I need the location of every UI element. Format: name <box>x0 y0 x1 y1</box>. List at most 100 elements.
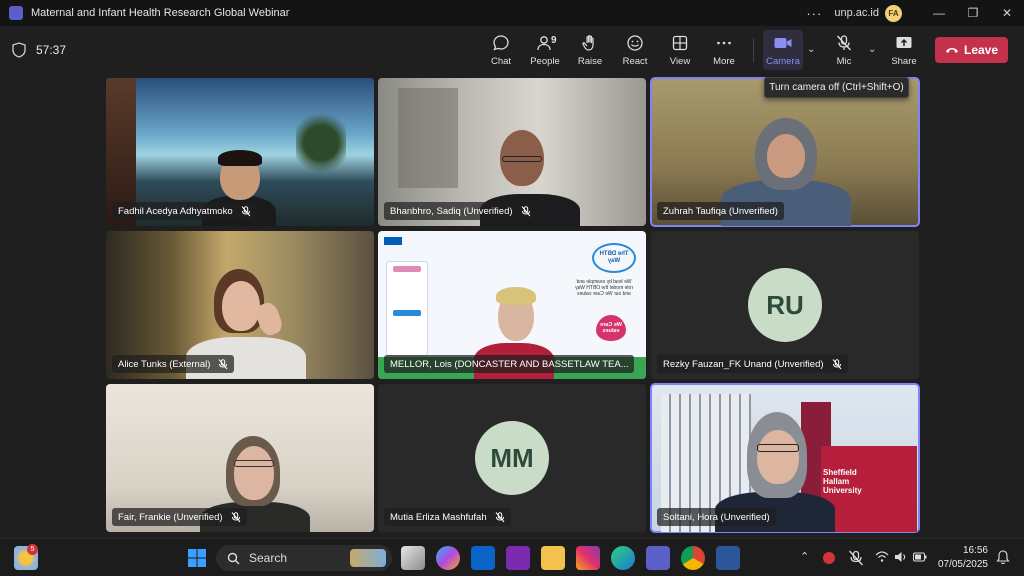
slide-tagline: We lead by example and role model the DB… <box>575 279 633 297</box>
avatar[interactable]: FA <box>885 4 902 22</box>
volume-icon[interactable] <box>894 551 908 563</box>
camera-icon <box>774 38 792 48</box>
onenote-icon[interactable] <box>506 546 530 570</box>
task-view-icon[interactable] <box>401 546 425 570</box>
edge-icon[interactable] <box>611 546 635 570</box>
people-button[interactable]: 9 People <box>523 30 567 70</box>
chrome-icon[interactable] <box>681 546 705 570</box>
participant-name: Alice Tunks (External) <box>118 358 211 370</box>
video-tile[interactable]: Bhanbhro, Sadiq (Unverified) <box>378 78 646 226</box>
search-icon <box>227 552 240 564</box>
minimize-button[interactable]: — <box>922 6 956 20</box>
mic-muted-icon <box>219 358 228 369</box>
instagram-icon[interactable] <box>576 546 600 570</box>
react-label: React <box>622 56 648 67</box>
participant-name: Zuhrah Taufiqa (Unverified) <box>663 205 778 217</box>
mic-button[interactable]: Mic <box>822 30 866 70</box>
system-clock[interactable]: 16:56 07/05/2025 <box>938 544 988 572</box>
video-tile[interactable]: The DBTH Way We lead by example and role… <box>378 231 646 379</box>
view-button[interactable]: View <box>658 30 702 70</box>
search-input[interactable]: Search <box>216 545 392 571</box>
participant-nametag: Fair, Frankie (Unverified) <box>112 508 247 526</box>
battery-icon[interactable] <box>913 552 927 562</box>
grid-view-icon <box>672 35 688 51</box>
avatar: RU <box>748 268 822 342</box>
meeting-timer: 57:37 <box>36 43 67 57</box>
phone-hangup-icon <box>945 48 958 53</box>
share-label: Share <box>891 56 917 67</box>
mic-options-chevron-icon[interactable]: ⌄ <box>868 44 876 55</box>
windows-start-icon[interactable] <box>185 546 209 570</box>
windows-taskbar: 5 Search ⌃ 16:56 07/05/2025 <box>0 538 1024 576</box>
mic-muted-icon <box>832 358 841 369</box>
participant-name: Fadhil Acedya Adhyatmoko <box>118 205 233 217</box>
react-button[interactable]: React <box>613 30 657 70</box>
video-tile[interactable]: Alice Tunks (External) <box>106 231 374 379</box>
hand-icon <box>582 35 594 51</box>
mic-muted-icon <box>241 205 250 216</box>
mic-muted-icon <box>836 35 852 51</box>
share-button[interactable]: Share <box>882 30 926 70</box>
close-button[interactable]: ✕ <box>990 6 1024 20</box>
search-highlight-icon <box>350 549 386 567</box>
chat-button[interactable]: Chat <box>479 30 523 70</box>
video-tile[interactable]: Zuhrah Taufiqa (Unverified) <box>650 77 920 227</box>
participant-nametag: Fadhil Acedya Adhyatmoko <box>112 202 257 220</box>
chat-label: Chat <box>490 56 512 67</box>
camera-tooltip: Turn camera off (Ctrl+Shift+O) <box>764 77 909 98</box>
meeting-toolbar: 57:37 Chat 9 People Raise React View Mor… <box>0 26 1024 74</box>
camera-label: Camera <box>766 56 800 67</box>
mic-muted-icon <box>495 511 505 522</box>
search-placeholder: Search <box>249 551 288 565</box>
toolbar-divider <box>753 38 754 62</box>
video-tile[interactable]: Sheffield Hallam University Soltani, Hor… <box>650 383 920 533</box>
restore-button[interactable]: ❐ <box>956 6 990 20</box>
participant-name: Bhanbhro, Sadiq (Unverified) <box>390 205 513 217</box>
participant-name: Soltani, Hora (Unverified) <box>663 511 770 523</box>
mic-muted-icon[interactable] <box>848 550 864 566</box>
nhs-logo <box>384 237 402 245</box>
video-tile[interactable]: Fadhil Acedya Adhyatmoko <box>106 78 374 226</box>
notification-badge: 5 <box>27 544 38 555</box>
more-options-icon[interactable]: ··· <box>806 6 822 21</box>
participant-name: MELLOR, Lois (DONCASTER AND BASSETLAW TE… <box>390 358 629 370</box>
outlook-icon[interactable] <box>471 546 495 570</box>
participant-name: Fair, Frankie (Unverified) <box>118 511 223 523</box>
video-tile[interactable]: RU Rezky Fauzan_FK Unand (Unverified) <box>651 231 919 379</box>
avatar: MM <box>475 421 549 495</box>
background-tree <box>296 108 346 178</box>
word-icon[interactable] <box>716 546 740 570</box>
participant-name: Mutia Erliza Mashfufah <box>390 511 487 523</box>
teams-icon[interactable] <box>646 546 670 570</box>
camera-button[interactable]: Camera <box>763 30 803 70</box>
copilot-icon[interactable] <box>436 546 460 570</box>
participant-nametag: Alice Tunks (External) <box>112 355 235 373</box>
participant-nametag: Soltani, Hora (Unverified) <box>657 508 776 526</box>
tray-overflow-chevron-icon[interactable]: ⌃ <box>800 550 809 563</box>
participant-name: Rezky Fauzan_FK Unand (Unverified) <box>663 358 824 370</box>
people-count: 9 <box>551 35 557 46</box>
org-label: unp.ac.id <box>834 7 879 19</box>
chat-icon <box>493 35 509 51</box>
file-explorer-icon[interactable] <box>541 546 565 570</box>
title-bar: Maternal and Infant Health Research Glob… <box>0 0 1024 26</box>
video-tile[interactable]: Fair, Frankie (Unverified) <box>106 384 374 532</box>
people-label: People <box>530 56 560 67</box>
raise-label: Raise <box>577 56 603 67</box>
participant-nametag: MELLOR, Lois (DONCASTER AND BASSETLAW TE… <box>384 355 634 373</box>
recording-indicator-icon[interactable] <box>823 552 835 564</box>
view-label: View <box>669 56 691 67</box>
participant-nametag: Mutia Erliza Mashfufah <box>384 508 511 526</box>
shield-icon <box>12 42 26 58</box>
notification-bell-icon[interactable] <box>996 550 1010 565</box>
leave-label: Leave <box>963 43 999 57</box>
video-tile[interactable]: MM Mutia Erliza Mashfufah <box>378 384 646 532</box>
camera-options-chevron-icon[interactable]: ⌄ <box>807 44 815 55</box>
clock-date: 07/05/2025 <box>937 559 988 570</box>
more-button[interactable]: More <box>702 30 746 70</box>
leave-button[interactable]: Leave <box>935 37 1008 63</box>
video-gallery: Fadhil Acedya Adhyatmoko Bhanbhro, Sadiq… <box>0 74 1024 538</box>
raise-hand-button[interactable]: Raise <box>568 30 612 70</box>
wifi-icon[interactable] <box>875 551 889 563</box>
more-icon <box>717 41 731 45</box>
